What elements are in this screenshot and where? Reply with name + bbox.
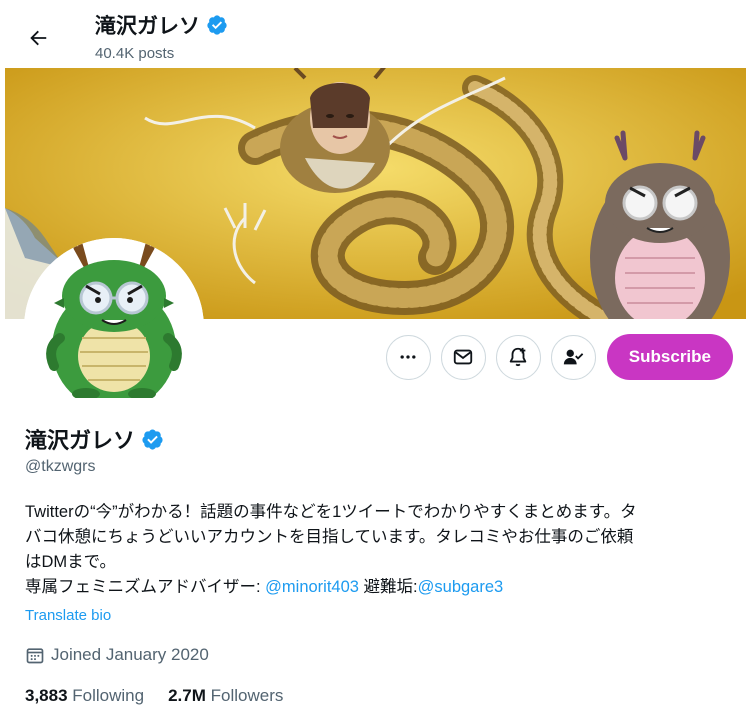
person-check-icon xyxy=(564,349,584,365)
followers-label: Followers xyxy=(210,686,284,705)
more-button[interactable] xyxy=(385,334,431,380)
bio-text: 専属フェミニズムアドバイザー: xyxy=(25,578,266,596)
followers-link[interactable]: 2.7M Followers xyxy=(168,686,283,706)
posts-count: 40.4K posts xyxy=(95,45,175,62)
bio-mention-link[interactable]: @subgare3 xyxy=(418,578,504,596)
verified-badge-icon[interactable] xyxy=(141,428,164,451)
back-arrow-icon xyxy=(30,30,47,46)
verified-badge-icon xyxy=(207,15,227,35)
follow-stats: 3,883 Following 2.7M Followers xyxy=(25,686,283,706)
translate-bio-link[interactable]: Translate bio xyxy=(25,607,111,624)
header-display-name: 滝沢ガレソ xyxy=(95,15,200,38)
header-title: 滝沢ガレソ xyxy=(95,10,228,40)
followers-count: 2.7M xyxy=(168,686,206,705)
following-link[interactable]: 3,883 Following xyxy=(25,686,144,706)
bio-line: 専属フェミニズムアドバイザー: @minorit403 避難垢:@subgare… xyxy=(25,575,739,600)
bio-text: 避難垢: xyxy=(358,578,418,596)
bio-line: Twitterの“今”がわかる！話題の事件などを1ツイートでわかりやすくまとめま… xyxy=(25,503,637,521)
envelope-icon xyxy=(454,349,473,365)
bio-line: バコ休憩にちょうどいいアカウントを目指しています。タレコミやお仕事のご依頼 xyxy=(25,528,634,546)
calendar-icon xyxy=(26,648,44,664)
profile-handle: @tkzwgrs xyxy=(25,458,96,475)
joined-text: Joined January 2020 xyxy=(51,645,209,664)
following-count: 3,883 xyxy=(25,686,68,705)
profile-display-name-row: 滝沢ガレソ xyxy=(25,423,164,455)
following-status-button[interactable] xyxy=(550,334,596,380)
profile-actions: Subscribe xyxy=(385,334,733,380)
back-button[interactable] xyxy=(18,18,58,58)
notifications-button[interactable] xyxy=(495,334,541,380)
profile-display-name: 滝沢ガレソ xyxy=(25,428,136,453)
subscribe-button[interactable]: Subscribe xyxy=(606,334,733,380)
message-button[interactable] xyxy=(440,334,486,380)
following-label: Following xyxy=(72,686,145,705)
bell-plus-icon xyxy=(510,347,527,367)
joined-date: Joined January 2020 xyxy=(25,645,209,665)
bio-line: はDMまで。 xyxy=(25,553,117,571)
profile-bio: Twitterの“今”がわかる！話題の事件などを1ツイートでわかりやすくまとめま… xyxy=(25,500,739,600)
bio-mention-link[interactable]: @minorit403 xyxy=(265,578,359,596)
top-bar: 滝沢ガレソ 40.4K posts xyxy=(0,0,746,68)
more-dots-icon xyxy=(400,355,416,359)
